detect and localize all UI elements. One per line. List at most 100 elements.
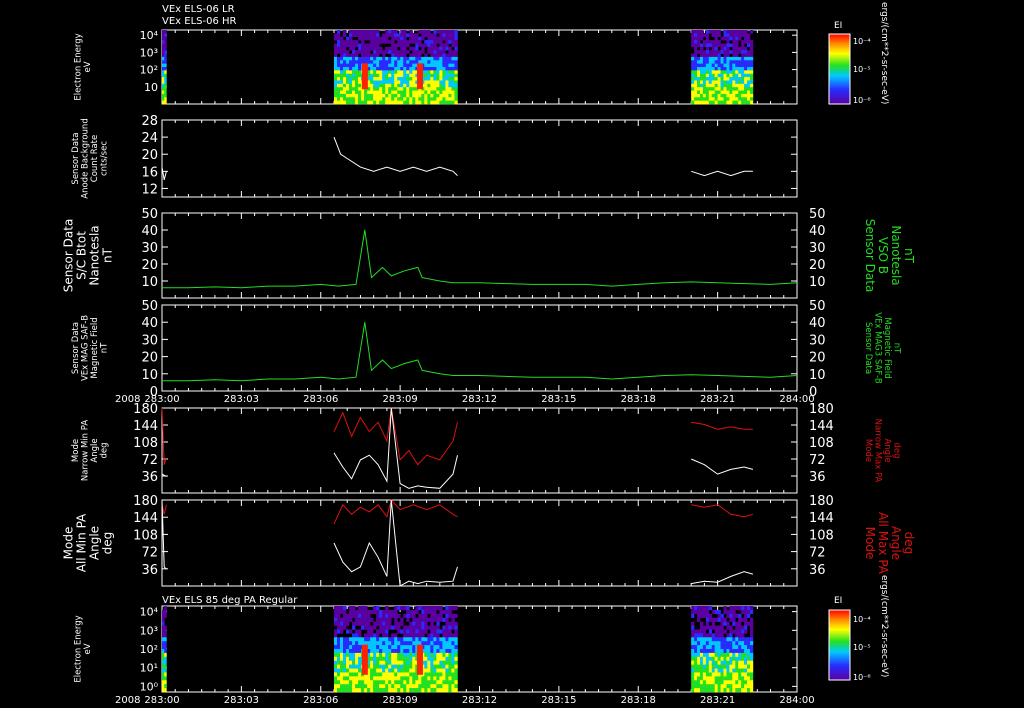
spectrogram-cell xyxy=(694,70,698,75)
spectrogram-cell xyxy=(711,90,715,95)
spectrogram-cell xyxy=(442,664,446,669)
spectrogram-cell xyxy=(333,637,338,642)
spectrogram-cell xyxy=(373,50,377,54)
spectrogram-cell xyxy=(439,97,443,101)
spectrogram-cell xyxy=(732,30,736,34)
spectrogram-cell xyxy=(442,50,446,54)
spectrogram-cell xyxy=(421,629,425,634)
spectrogram-cell xyxy=(370,40,374,44)
spectrogram-cell xyxy=(729,629,733,634)
spectrogram-cell xyxy=(702,40,707,44)
y-tick-label: 12 xyxy=(141,182,158,197)
spectrogram-cell xyxy=(394,664,398,669)
spectrogram-cell xyxy=(442,87,446,91)
spectrogram-cell xyxy=(723,73,727,78)
spectrogram-cell xyxy=(421,30,425,34)
spectrogram-cell xyxy=(400,63,404,68)
spectrogram-cell xyxy=(445,641,449,646)
spectrogram-cell xyxy=(340,660,344,665)
spectrogram-cell xyxy=(702,56,707,61)
spectrogram-cell xyxy=(370,87,374,91)
spectrogram-cell xyxy=(364,46,368,51)
spectrogram-cell xyxy=(699,625,704,630)
spectrogram-cell xyxy=(744,637,748,642)
spectrogram-cell xyxy=(358,637,362,642)
spectrogram-cell xyxy=(705,625,710,630)
spectrogram-cell xyxy=(697,641,701,646)
spectrogram-cell xyxy=(403,50,407,54)
spectrogram-cell xyxy=(744,676,748,681)
spectrogram-cell xyxy=(729,641,733,646)
spectrogram-cell xyxy=(717,93,721,98)
spectrogram-cell xyxy=(367,621,371,626)
spectrogram-cell xyxy=(336,93,341,98)
spectrogram-cell xyxy=(412,633,416,638)
spectrogram-cell xyxy=(403,63,407,68)
y-tick-label: 10 xyxy=(141,368,158,383)
spectrogram-cell xyxy=(442,633,446,638)
spectrogram-cell xyxy=(749,30,754,34)
spectrogram-cell xyxy=(448,668,452,673)
spectrogram-cell xyxy=(738,70,742,75)
spectrogram-cell xyxy=(385,60,389,64)
spectrogram-cell xyxy=(424,43,428,48)
spectrogram-cell xyxy=(705,90,710,95)
spectrogram-cell xyxy=(448,625,452,630)
spectrogram-cell xyxy=(436,633,440,638)
spectrogram-cell xyxy=(436,676,440,681)
spectrogram-cell xyxy=(361,613,365,619)
spectrogram-cell xyxy=(333,652,338,658)
spectrogram-cell xyxy=(385,87,389,91)
spectrogram-cell xyxy=(379,641,383,646)
spectrogram-cell xyxy=(162,93,165,98)
spectrogram-cell xyxy=(346,621,350,626)
spectrogram-cell xyxy=(364,609,368,615)
spectrogram-cell xyxy=(735,633,739,638)
spectrogram-cell xyxy=(741,46,745,51)
spectrogram-cell xyxy=(409,641,413,646)
spectrogram-cell xyxy=(427,680,431,685)
spectrogram-cell xyxy=(424,100,428,105)
spectrogram-cell xyxy=(340,67,344,71)
spectrogram-cell xyxy=(370,629,374,634)
spectrogram-cell xyxy=(699,97,704,101)
spectrogram-cell xyxy=(349,53,353,58)
spectrogram-cell xyxy=(400,645,404,650)
spectrogram-cell xyxy=(409,63,413,68)
spectrogram-cell xyxy=(454,53,458,58)
spectrogram-cell xyxy=(373,649,377,654)
spectrogram-cell xyxy=(714,680,718,685)
spectrogram-cell xyxy=(448,664,452,669)
spectrogram-cell xyxy=(427,73,431,78)
spectrogram-cell xyxy=(336,90,341,95)
spectrogram-cell xyxy=(352,90,356,95)
spectrogram-cell xyxy=(352,97,356,101)
spectrogram-cell xyxy=(735,73,739,78)
spectrogram-cell xyxy=(340,668,344,673)
spectrogram-cell xyxy=(379,77,383,81)
spectrogram-cell xyxy=(720,50,724,54)
spectrogram-cell xyxy=(376,660,380,665)
spectrogram-cell xyxy=(735,637,739,642)
spectrogram-cell xyxy=(406,680,410,685)
spectrogram-cell xyxy=(352,77,356,81)
y-tick-label: 10⁴ xyxy=(140,29,159,42)
spectrogram-cell xyxy=(385,633,389,638)
spectrogram-cell xyxy=(355,660,359,665)
spectrogram-cell xyxy=(714,645,718,650)
spectrogram-cell xyxy=(738,629,742,634)
spectrogram-cell xyxy=(406,83,410,88)
spectrogram-cell xyxy=(343,87,347,91)
spectrogram-cell xyxy=(361,609,365,615)
spectrogram-cell xyxy=(717,629,721,634)
spectrogram-cell xyxy=(726,93,730,98)
spectrogram-cell xyxy=(714,688,718,693)
spectrogram-cell xyxy=(691,77,695,81)
spectrogram-cell xyxy=(697,637,701,642)
spectrogram-cell xyxy=(726,676,730,681)
spectrogram-cell xyxy=(409,625,413,630)
spectrogram-cell xyxy=(373,656,377,662)
spectrogram-cell xyxy=(694,80,698,85)
spectrogram-cell xyxy=(409,80,413,85)
spectrogram-cell xyxy=(717,676,721,681)
